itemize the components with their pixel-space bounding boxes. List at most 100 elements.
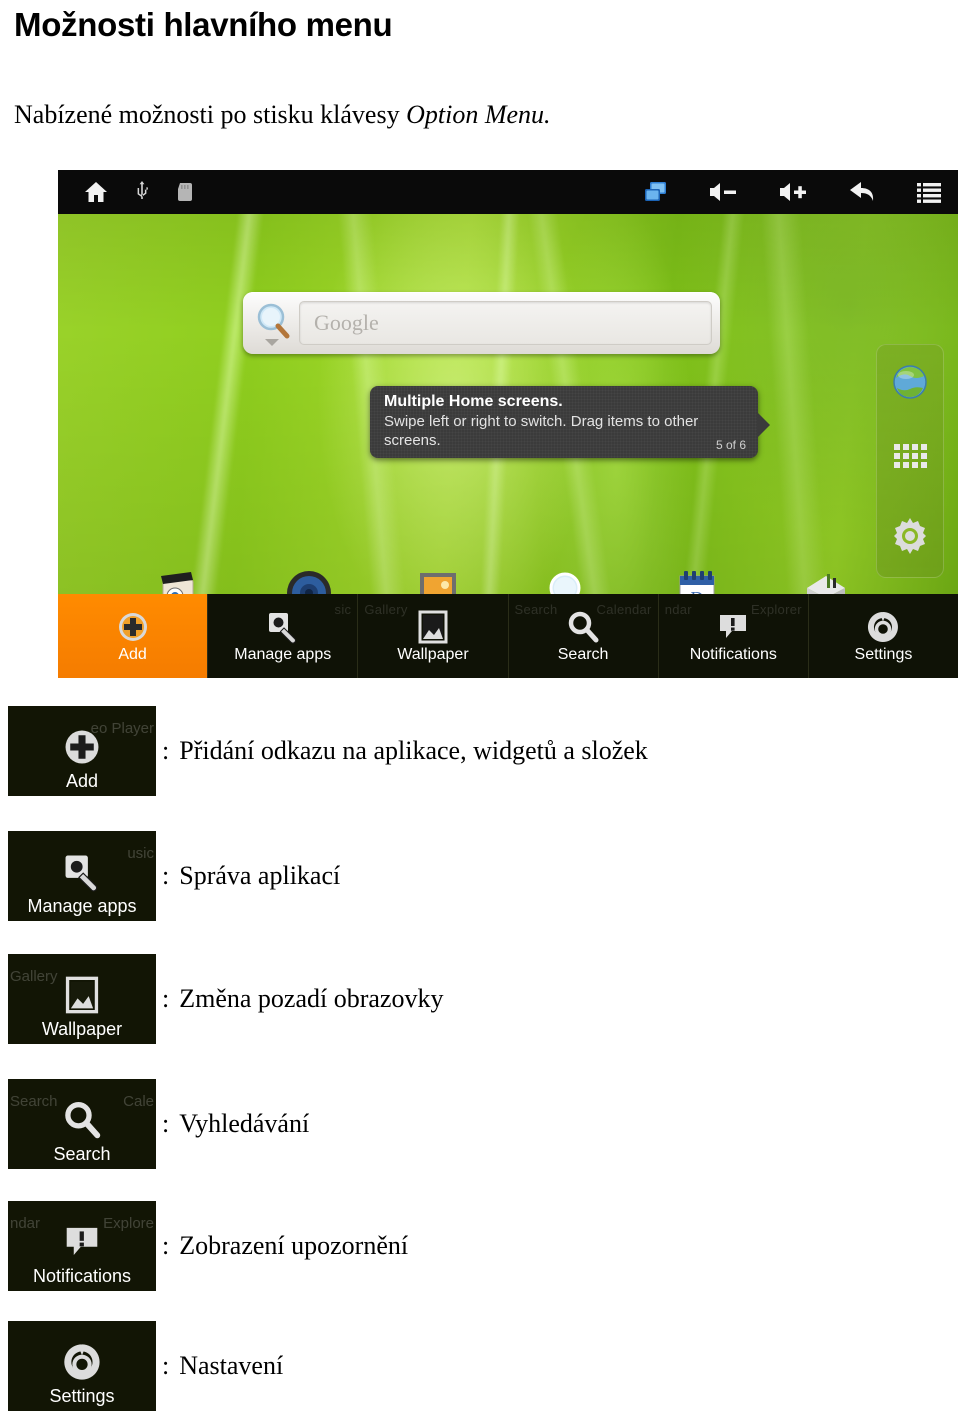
option-menu-item-settings[interactable]: Settings xyxy=(808,594,958,678)
option-menu-label: Wallpaper xyxy=(397,645,469,663)
ghost-label: Gallery xyxy=(10,968,58,985)
legend-row-wallpaper: Gallery Wallpaper : Změna pozadí obrazovk… xyxy=(8,953,952,1045)
legend-description-text: Změna pozadí obrazovky xyxy=(179,984,444,1013)
usb-icon xyxy=(134,181,150,203)
legend-thumb-label: Notifications xyxy=(32,1266,132,1286)
settings-gear-icon xyxy=(866,609,900,645)
option-menu-item-search[interactable]: Search Calendar Search xyxy=(508,594,659,678)
settings-gear-icon xyxy=(61,1341,103,1383)
ghost-label: sic xyxy=(334,602,352,617)
plus-circle-icon xyxy=(61,726,103,768)
app-wrench-icon xyxy=(61,851,103,893)
ghost-label: Explorer xyxy=(751,602,802,617)
app-wrench-icon xyxy=(266,609,300,645)
option-menu-label: Notifications xyxy=(689,645,777,663)
legend-row-manage-apps: usic Manage apps : Správa aplikací xyxy=(8,830,952,922)
browser-globe-icon[interactable] xyxy=(889,361,931,408)
option-menu-bar: Add sic Manage apps Gallery Wallpaper Se… xyxy=(58,594,958,678)
volume-down-icon[interactable] xyxy=(708,181,740,203)
subtitle-emphasis: Option Menu. xyxy=(406,100,551,129)
settings-gear-icon[interactable] xyxy=(889,515,931,562)
speech-alert-icon xyxy=(61,1221,103,1263)
legend-separator: : xyxy=(162,984,170,1013)
legend-separator: : xyxy=(162,1351,170,1380)
legend-thumb-notifications: ndar Explore Notifications xyxy=(8,1201,156,1291)
option-menu-label: Search xyxy=(557,645,609,663)
back-arrow-icon[interactable] xyxy=(848,180,878,204)
ghost-label: Explore xyxy=(103,1215,154,1232)
legend-thumb-label: Add xyxy=(65,771,99,791)
legend-description-text: Správa aplikací xyxy=(179,861,341,890)
option-menu-label: Settings xyxy=(854,645,913,663)
tooltip-body: Swipe left or right to switch. Drag item… xyxy=(384,413,699,449)
legend-separator: : xyxy=(162,1109,170,1138)
legend-description-text: Nastavení xyxy=(179,1351,284,1380)
ghost-label: Search xyxy=(514,602,558,617)
search-input[interactable]: Google xyxy=(299,301,712,345)
volume-up-icon[interactable] xyxy=(778,181,810,203)
app-drawer-grid-icon[interactable] xyxy=(890,439,930,484)
sdcard-icon xyxy=(176,182,194,202)
menu-icon[interactable] xyxy=(916,181,942,203)
legend-description-text: Přidání odkazu na aplikace, widgetů a sl… xyxy=(179,736,648,765)
caret-down-icon[interactable] xyxy=(265,339,279,346)
multiple-home-screens-tooltip: Multiple Home screens. Swipe left or rig… xyxy=(370,386,770,458)
status-bar xyxy=(58,170,958,214)
option-menu-item-notifications[interactable]: ndar Explorer Notifications xyxy=(658,594,809,678)
legend-thumb-label: Search xyxy=(53,1144,111,1164)
ghost-label: Calendar xyxy=(596,602,652,617)
legend-separator: : xyxy=(162,736,170,765)
ghost-label: Gallery xyxy=(364,602,408,617)
tooltip-title: Multiple Home screens. xyxy=(384,393,563,410)
google-search-widget[interactable]: Google xyxy=(243,292,720,354)
legend-thumb-wallpaper: Gallery Wallpaper xyxy=(8,954,156,1044)
ghost-label: Search xyxy=(10,1093,58,1110)
screenshot-icon[interactable] xyxy=(642,180,670,204)
speech-alert-icon xyxy=(716,609,750,645)
legend-thumb-add: eo Player Add xyxy=(8,706,156,796)
legend-description: : Zobrazení upozornění xyxy=(162,1231,408,1261)
magnifier-icon xyxy=(61,1099,103,1141)
legend-row-search: Search Cale Search : Vyhledávání xyxy=(8,1078,952,1170)
legend-separator: : xyxy=(162,861,170,890)
legend-row-settings: Settings : Nastavení xyxy=(8,1320,952,1412)
option-menu-item-manage-apps[interactable]: sic Manage apps xyxy=(208,594,359,678)
option-menu-label: Add xyxy=(118,645,147,663)
search-placeholder: Google xyxy=(314,310,379,335)
legend-thumb-label: Manage apps xyxy=(27,896,137,916)
legend-thumb-manage-apps: usic Manage apps xyxy=(8,831,156,921)
tooltip-counter: 5 of 6 xyxy=(715,438,746,452)
legend-description-text: Vyhledávání xyxy=(179,1109,310,1138)
legend-separator: : xyxy=(162,1231,170,1260)
magnifier-icon xyxy=(566,609,600,645)
subtitle-text: Nabízené možnosti po stisku klávesy xyxy=(14,100,407,129)
option-menu-item-add[interactable]: Add xyxy=(58,594,209,678)
ghost-label: ndar xyxy=(10,1215,41,1232)
legend-description: : Změna pozadí obrazovky xyxy=(162,984,443,1014)
ghost-label: ndar xyxy=(664,602,692,617)
legend-description: : Přidání odkazu na aplikace, widgetů a s… xyxy=(162,736,648,766)
page-subtitle: Nabízené možnosti po stisku klávesy Opti… xyxy=(14,100,551,130)
plus-circle-icon xyxy=(116,609,150,645)
ghost-label: usic xyxy=(127,845,154,862)
legend-row-notifications: ndar Explore Notifications : Zobrazení up… xyxy=(8,1200,952,1292)
picture-icon xyxy=(418,609,448,645)
legend-thumb-settings: Settings xyxy=(8,1321,156,1411)
page-title: Možnosti hlavního menu xyxy=(14,6,393,43)
legend-thumb-label: Wallpaper xyxy=(41,1019,123,1039)
ghost-label: Cale xyxy=(123,1093,154,1110)
legend-thumb-label: Settings xyxy=(49,1386,115,1406)
legend-row-add: eo Player Add : Přidání odkazu na aplikac… xyxy=(8,705,952,797)
side-dock xyxy=(876,344,944,578)
legend-description: : Nastavení xyxy=(162,1351,283,1381)
option-menu-item-wallpaper[interactable]: Gallery Wallpaper xyxy=(358,594,509,678)
magnifier-icon[interactable] xyxy=(251,300,297,346)
picture-icon xyxy=(61,974,103,1016)
status-bar-right-group xyxy=(642,170,942,214)
android-screenshot-figure: Google Multiple Home screens. Swipe left… xyxy=(58,170,958,678)
home-icon[interactable] xyxy=(84,181,108,203)
status-bar-left-group xyxy=(84,170,194,214)
option-menu-label: Manage apps xyxy=(234,645,332,663)
legend-description-text: Zobrazení upozornění xyxy=(179,1231,409,1260)
legend-description: : Správa aplikací xyxy=(162,861,340,891)
